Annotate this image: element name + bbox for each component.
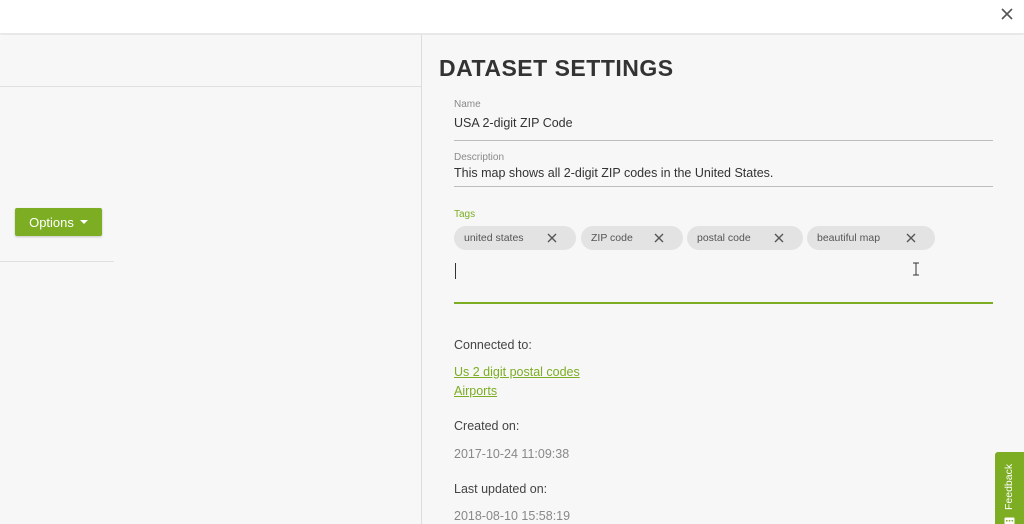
- remove-tag-icon[interactable]: [773, 232, 785, 244]
- dataset-settings-panel: DATASET SETTINGS Name USA 2-digit ZIP Co…: [422, 35, 1024, 524]
- connected-link-postal-codes[interactable]: Us 2 digit postal codes: [454, 365, 580, 379]
- description-label: Description: [454, 152, 505, 163]
- remove-tag-icon[interactable]: [653, 232, 665, 244]
- caret-down-icon: [79, 220, 88, 224]
- tag-label: postal code: [697, 232, 751, 244]
- feedback-label: Feedback: [1003, 463, 1015, 510]
- tag-label: beautiful map: [817, 232, 881, 244]
- panel-title: DATASET SETTINGS: [439, 55, 674, 81]
- left-pane: Options: [0, 35, 421, 524]
- tags-underline: [454, 302, 993, 304]
- created-label: Created on:: [454, 419, 520, 433]
- updated-value: 2018-08-10 15:58:19: [454, 509, 571, 523]
- description-underline: [454, 186, 993, 187]
- name-field[interactable]: USA 2-digit ZIP Code: [454, 116, 573, 130]
- feedback-button[interactable]: Feedback: [995, 452, 1024, 524]
- close-icon[interactable]: [998, 4, 1016, 24]
- tag-chip: beautiful map: [807, 226, 935, 250]
- tags-label: Tags: [454, 209, 476, 220]
- tag-label: united states: [464, 232, 524, 244]
- remove-tag-icon[interactable]: [546, 232, 558, 244]
- tag-chip: ZIP code: [581, 226, 683, 250]
- tag-label: ZIP code: [591, 232, 633, 244]
- description-field[interactable]: This map shows all 2-digit ZIP codes in …: [454, 166, 773, 180]
- name-underline: [454, 140, 993, 141]
- connected-label: Connected to:: [454, 338, 532, 352]
- tag-chip: united states: [454, 226, 576, 250]
- tag-input[interactable]: [455, 263, 456, 279]
- remove-tag-icon[interactable]: [905, 232, 917, 244]
- options-button-label: Options: [29, 214, 74, 230]
- created-value: 2017-10-24 11:09:38: [454, 447, 570, 461]
- updated-label: Last updated on:: [454, 482, 548, 496]
- chat-icon: [1004, 517, 1015, 524]
- connected-link-airports[interactable]: Airports: [454, 384, 497, 398]
- divider-line: [0, 261, 114, 262]
- name-label: Name: [454, 99, 481, 110]
- tag-chip: postal code: [687, 226, 803, 250]
- options-button[interactable]: Options: [15, 208, 102, 236]
- text-cursor-icon: [913, 262, 919, 276]
- divider-line: [0, 86, 421, 87]
- top-bar: [0, 0, 1024, 34]
